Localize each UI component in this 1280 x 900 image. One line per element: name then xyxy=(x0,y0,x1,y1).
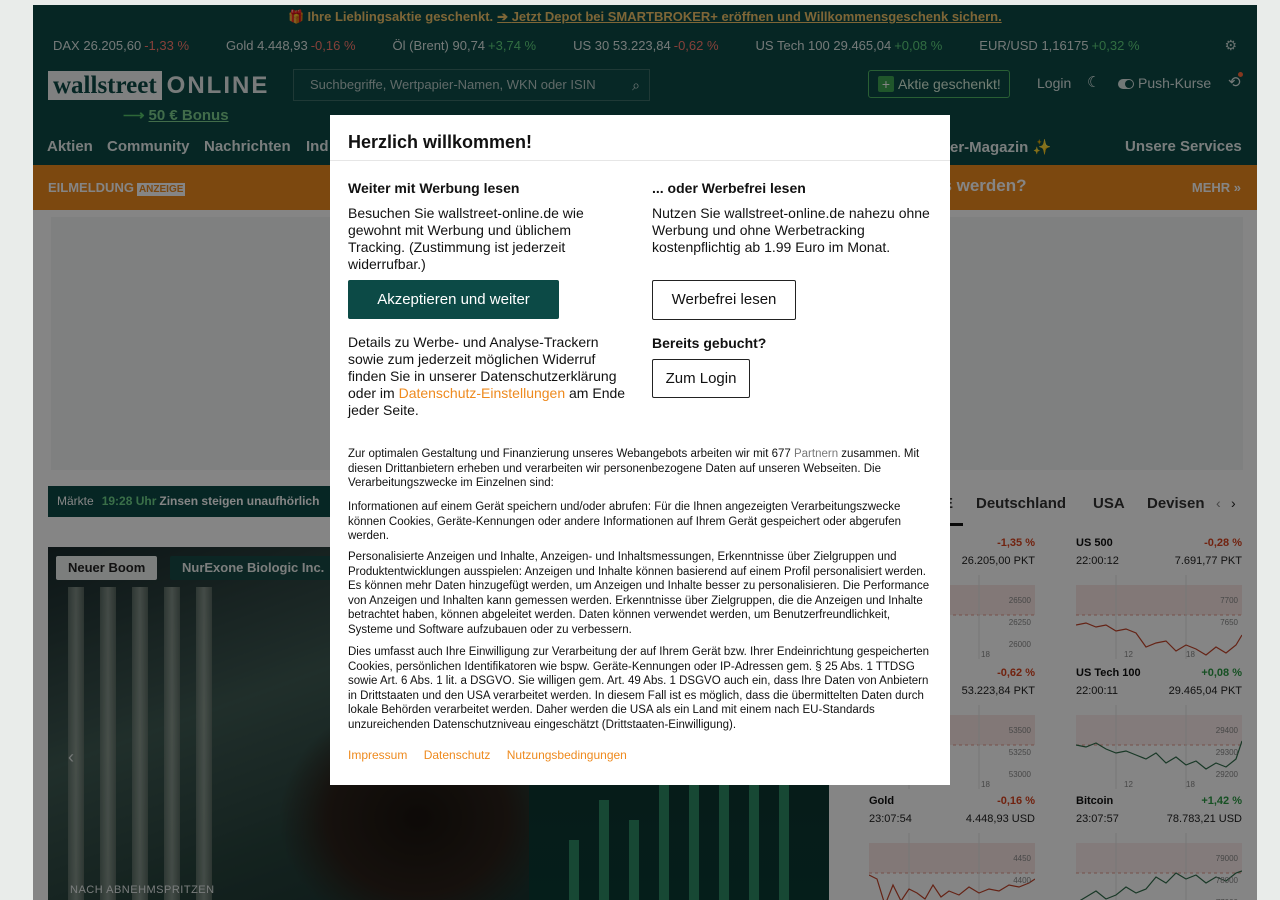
modal-title: Herzlich willkommen! xyxy=(348,132,533,152)
adfree-button[interactable]: Werbefrei lesen xyxy=(652,280,796,320)
nutzungsbedingungen-link[interactable]: Nutzungsbedingungen xyxy=(507,748,627,762)
consent-paragraph: Informationen auf einem Gerät speichern … xyxy=(348,501,901,542)
modal-footer-links: Impressum Datenschutz Nutzungsbedingunge… xyxy=(348,748,640,762)
login-button[interactable]: Zum Login xyxy=(652,359,750,398)
consent-paragraph: Zur optimalen Gestaltung und Finanzierun… xyxy=(348,448,920,489)
adfree-heading: ... oder Werbefrei lesen xyxy=(652,180,806,196)
consent-paragraph: Dies umfasst auch Ihre Einwilligung zur … xyxy=(348,646,930,731)
ads-text: Besuchen Sie wallstreet-online.de wie ge… xyxy=(348,205,584,272)
consent-modal: Herzlich willkommen! Weiter mit Werbung … xyxy=(330,115,950,785)
adfree-text: Nutzen Sie wallstreet-online.de nahezu o… xyxy=(652,205,930,255)
datenschutz-link[interactable]: Datenschutz xyxy=(424,748,491,762)
divider xyxy=(330,160,950,161)
impressum-link[interactable]: Impressum xyxy=(348,748,407,762)
privacy-settings-link[interactable]: Datenschutz-Einstellungen xyxy=(399,385,566,401)
accept-button[interactable]: Akzeptieren und weiter xyxy=(348,280,559,319)
booked-heading: Bereits gebucht? xyxy=(652,335,767,351)
details-text: Details zu Werbe- und Analyse-Trackern s… xyxy=(348,334,626,418)
ads-heading: Weiter mit Werbung lesen xyxy=(348,180,520,196)
partners-link[interactable]: Partnern xyxy=(794,448,838,460)
consent-paragraph: Personalisierte Anzeigen und Inhalte, An… xyxy=(348,551,930,636)
